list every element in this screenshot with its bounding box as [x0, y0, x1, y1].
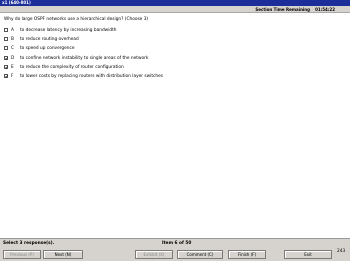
option-a-text[interactable]: to decrease latency by increasing bandwi… [20, 28, 117, 33]
option-e-text[interactable]: to reduce the complexity of router confi… [20, 65, 124, 70]
select-count-status: Select 3 response(s). [3, 241, 55, 246]
option-b-letter: B [11, 37, 14, 43]
option-c-text[interactable]: to speed up convergence [20, 46, 75, 51]
finish-button[interactable]: Finish (F) [228, 250, 266, 259]
bottom-toolbar: Select 3 response(s). Item 6 of 50 Previ… [0, 238, 350, 261]
previous-button[interactable]: Previous (P) [3, 250, 41, 259]
option-d-text[interactable]: to confine network instability to single… [20, 56, 148, 61]
option-c[interactable]: C to speed up convergence [4, 46, 304, 55]
option-a[interactable]: A to decrease latency by increasing band… [4, 28, 304, 37]
option-f-text[interactable]: to lower costs by replacing routers with… [20, 74, 163, 79]
option-d-checkbox[interactable]: ✔ [4, 55, 8, 60]
option-b-checkbox[interactable] [4, 37, 8, 42]
exhibit-button[interactable]: Exhibit (X) [135, 250, 173, 259]
option-d[interactable]: ✔ D to confine network instability to si… [4, 55, 304, 65]
item-counter: Item 6 of 50 [162, 241, 192, 246]
answer-options: A to decrease latency by increasing band… [4, 28, 304, 83]
option-b[interactable]: B to reduce routing overhead [4, 37, 304, 46]
option-c-checkbox[interactable] [4, 46, 8, 51]
time-remaining-value: 01:54:22 [315, 7, 335, 12]
time-remaining-label: Section Time Remaining [255, 7, 310, 12]
corner-number: 243 [337, 249, 346, 254]
question-text: Why do large OSPF networks use a hierarc… [4, 17, 149, 22]
option-e[interactable]: ✔ E to reduce the complexity of router c… [4, 64, 304, 74]
option-f-checkbox[interactable]: ✔ [4, 73, 8, 78]
next-button[interactable]: Next (N) [43, 250, 83, 259]
option-a-letter: A [11, 28, 14, 33]
option-e-checkbox[interactable]: ✔ [4, 64, 8, 69]
option-a-checkbox[interactable] [4, 28, 8, 32]
option-d-letter: D [11, 55, 15, 61]
timer-bar: Section Time Remaining 01:54:22 [0, 6, 350, 13]
option-e-letter: E [11, 64, 14, 70]
option-f[interactable]: ✔ F to lower costs by replacing routers … [4, 73, 304, 83]
option-c-letter: C [11, 46, 15, 52]
option-f-letter: F [11, 73, 14, 79]
window-title: x1 (640-801) [2, 0, 31, 5]
exit-button[interactable]: Exit [284, 250, 332, 259]
option-b-text[interactable]: to reduce routing overhead [20, 37, 79, 42]
comment-button[interactable]: Comment (C) [177, 250, 223, 259]
